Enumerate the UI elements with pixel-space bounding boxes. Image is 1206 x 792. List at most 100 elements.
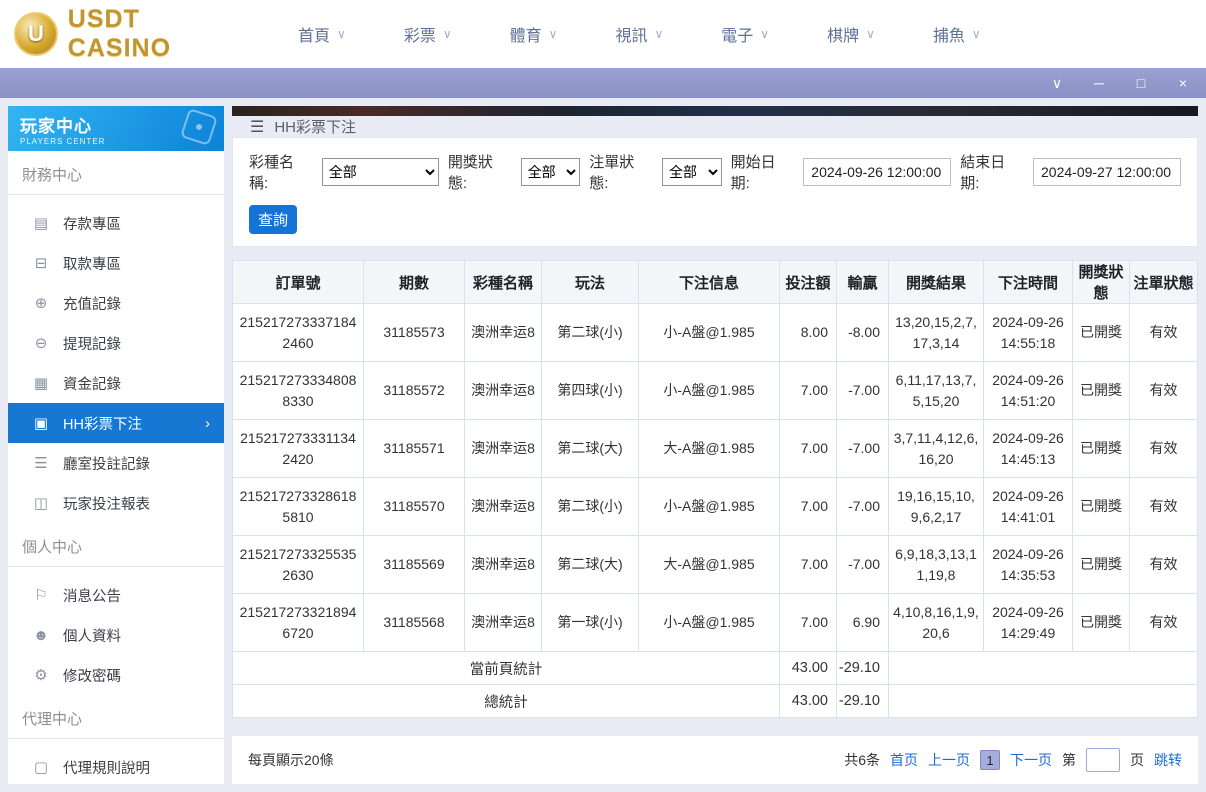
period-cell: 31185568 — [363, 593, 465, 652]
page-total-win: -29.10 — [836, 651, 889, 685]
sidebar-item-deposit[interactable]: ▤ 存款專區 — [8, 203, 224, 243]
first-page-link[interactable]: 首页 — [890, 750, 918, 770]
lottery-cell: 澳洲幸运8 — [464, 535, 542, 594]
search-button[interactable]: 查詢 — [249, 205, 297, 234]
table-row: 2152172733286185810 31185570 澳洲幸运8 第二球(小… — [232, 477, 1198, 536]
sidebar-item-change-password[interactable]: ⚙ 修改密碼 — [8, 655, 224, 695]
order-status-label: 注單狀態: — [589, 154, 635, 192]
order-status-cell: 有效 — [1129, 419, 1198, 478]
window-collapse-icon[interactable]: ∨ — [1050, 76, 1064, 90]
lottery-cell: 澳洲幸运8 — [464, 361, 542, 420]
win-loss-cell: 6.90 — [836, 593, 889, 652]
withdrawal-record-icon: ⊖ — [34, 335, 48, 352]
bet-time-cell: 2024-09-26 14:55:18 — [983, 303, 1073, 362]
recharge-record-icon: ⊕ — [34, 295, 48, 312]
order-status-select[interactable]: 全部 — [661, 158, 722, 186]
end-date-input[interactable] — [1033, 158, 1182, 186]
table-row: 2152172733311342420 31185571 澳洲幸运8 第二球(大… — [232, 419, 1198, 478]
order-no-cell: 2152172733218946720 — [232, 593, 364, 652]
page-total-row: 當前頁統計 43.00 -29.10 — [232, 651, 1198, 685]
window-close-icon[interactable]: × — [1176, 76, 1190, 90]
bet-time-cell: 2024-09-26 14:51:20 — [983, 361, 1073, 420]
sidebar-item-hh-lottery-bets[interactable]: ▣ HH彩票下注 › — [8, 403, 224, 443]
bet-info-cell: 小-A盤@1.985 — [638, 303, 780, 362]
nav-menu-item[interactable]: 體育 ∨ — [510, 22, 558, 46]
column-header: 開獎結果 — [888, 260, 984, 304]
nav-menu-label: 視訊 — [615, 28, 648, 45]
sidebar-item-profile[interactable]: ☻ 個人資料 — [8, 615, 224, 655]
deposit-icon: ▤ — [33, 215, 49, 232]
table-row: 2152172733348088330 31185572 澳洲幸运8 第四球(小… — [232, 361, 1198, 420]
table-row: 2152172733371842460 31185573 澳洲幸运8 第二球(小… — [232, 303, 1198, 362]
fund-record-icon: ▦ — [33, 375, 49, 392]
chevron-down-icon: ∨ — [548, 27, 558, 41]
table-row: 2152172733255352630 31185569 澳洲幸运8 第二球(大… — [232, 535, 1198, 594]
nav-menu-item[interactable]: 視訊 ∨ — [615, 22, 663, 46]
jump-button[interactable]: 跳转 — [1154, 750, 1182, 770]
draw-status-select[interactable]: 全部 — [520, 158, 581, 186]
table-header-row: 訂單號 期數 彩種名稱 玩法 下注信息 投注額 輸贏 開獎結果 下注時間 開獎狀… — [232, 260, 1198, 304]
sidebar-item-announcements[interactable]: ⚐ 消息公告 — [8, 575, 224, 615]
column-header: 下注時間 — [983, 260, 1073, 304]
sidebar-item-fund-record[interactable]: ▦ 資金記錄 — [8, 363, 224, 403]
sidebar-item-label: HH彩票下注 — [63, 416, 142, 433]
nav-menu-item[interactable]: 首頁 ∨ — [298, 22, 346, 46]
win-loss-cell: -8.00 — [836, 303, 889, 362]
draw-result-cell: 3,7,11,4,12,6,16,20 — [888, 419, 984, 478]
nav-menu-item[interactable]: 電子 ∨ — [721, 22, 769, 46]
lottery-cell: 澳洲幸运8 — [464, 477, 542, 536]
sidebar-item-label: 廳室投註記錄 — [63, 456, 150, 473]
chevron-down-icon: ∨ — [442, 27, 452, 41]
draw-result-cell: 6,9,18,3,13,11,19,8 — [888, 535, 984, 594]
nav-menu-item[interactable]: 棋牌 ∨ — [827, 22, 875, 46]
nav-menu-label: 彩票 — [403, 28, 436, 45]
sidebar-item-player-bet-report[interactable]: ◫ 玩家投注報表 — [8, 483, 224, 523]
current-page-button[interactable]: 1 — [980, 750, 1000, 770]
pagination-bar: 每頁顯示20條 共6条 首页 上一页 1 下一页 第 页 跳转 — [232, 736, 1198, 784]
period-cell: 31185569 — [363, 535, 465, 594]
sidebar-item-withdraw[interactable]: ⊟ 取款專區 — [8, 243, 224, 283]
nav-menu-label: 電子 — [721, 28, 754, 45]
nav-menu-item[interactable]: 捕魚 ∨ — [933, 22, 981, 46]
sidebar-header: 玩家中心 PLAYERS CENTER — [8, 106, 224, 151]
main-menu: 首頁 ∨ 彩票 ∨ 體育 ∨ 視訊 ∨ 電子 ∨ 棋牌 ∨ 捕魚 ∨ — [298, 22, 981, 46]
column-header: 彩種名稱 — [464, 260, 542, 304]
sidebar-item-agent-rules[interactable]: ▢ 代理規則說明 — [8, 747, 224, 787]
order-status-cell: 有效 — [1129, 361, 1198, 420]
lottery-ticket-icon: ▣ — [33, 415, 49, 432]
bet-time-cell: 2024-09-26 14:41:01 — [983, 477, 1073, 536]
sidebar-item-room-bet-record[interactable]: ☰ 廳室投註記錄 — [8, 443, 224, 483]
sidebar-item-withdrawal-record[interactable]: ⊖ 提現記錄 — [8, 323, 224, 363]
bet-amount-cell: 7.00 — [779, 419, 837, 478]
nav-menu-item[interactable]: 彩票 ∨ — [404, 22, 452, 46]
column-header: 輸贏 — [836, 260, 889, 304]
sidebar-item-recharge-record[interactable]: ⊕ 充值記錄 — [8, 283, 224, 323]
sidebar: 玩家中心 PLAYERS CENTER 財務中心 ▤ 存款專區 ⊟ 取款專區 ⊕… — [8, 106, 224, 784]
period-cell: 31185571 — [363, 419, 465, 478]
draw-result-cell: 6,11,17,13,7,5,15,20 — [888, 361, 984, 420]
next-page-link[interactable]: 下一页 — [1010, 750, 1052, 770]
draw-status-cell: 已開獎 — [1072, 477, 1130, 536]
win-loss-cell: -7.00 — [836, 419, 889, 478]
hamburger-icon[interactable]: ☰ — [250, 117, 264, 137]
chevron-right-icon: › — [205, 414, 210, 432]
jump-page-input[interactable] — [1086, 748, 1120, 772]
page-title: HH彩票下注 — [274, 119, 357, 136]
bet-amount-cell: 7.00 — [779, 477, 837, 536]
start-date-input[interactable] — [803, 158, 952, 186]
window-minimize-icon[interactable]: ─ — [1092, 76, 1106, 90]
sidebar-item-label: 消息公告 — [63, 588, 121, 605]
logo-coin-icon: U — [14, 12, 58, 56]
nav-menu-label: 棋牌 — [827, 28, 860, 45]
jump-suffix-label: 页 — [1130, 752, 1144, 768]
window-maximize-icon[interactable]: □ — [1134, 76, 1148, 90]
nav-menu-label: 體育 — [509, 28, 542, 45]
page-total-label: 當前頁統計 — [232, 651, 780, 685]
sidebar-item-label: 玩家投注報表 — [63, 496, 150, 513]
draw-result-cell: 19,16,15,10,9,6,2,17 — [888, 477, 984, 536]
per-page-text: 每頁顯示20條 — [248, 752, 334, 768]
lottery-name-select[interactable]: 全部 — [321, 158, 439, 186]
prev-page-link[interactable]: 上一页 — [928, 750, 970, 770]
period-cell: 31185572 — [363, 361, 465, 420]
play-cell: 第一球(小) — [541, 593, 639, 652]
